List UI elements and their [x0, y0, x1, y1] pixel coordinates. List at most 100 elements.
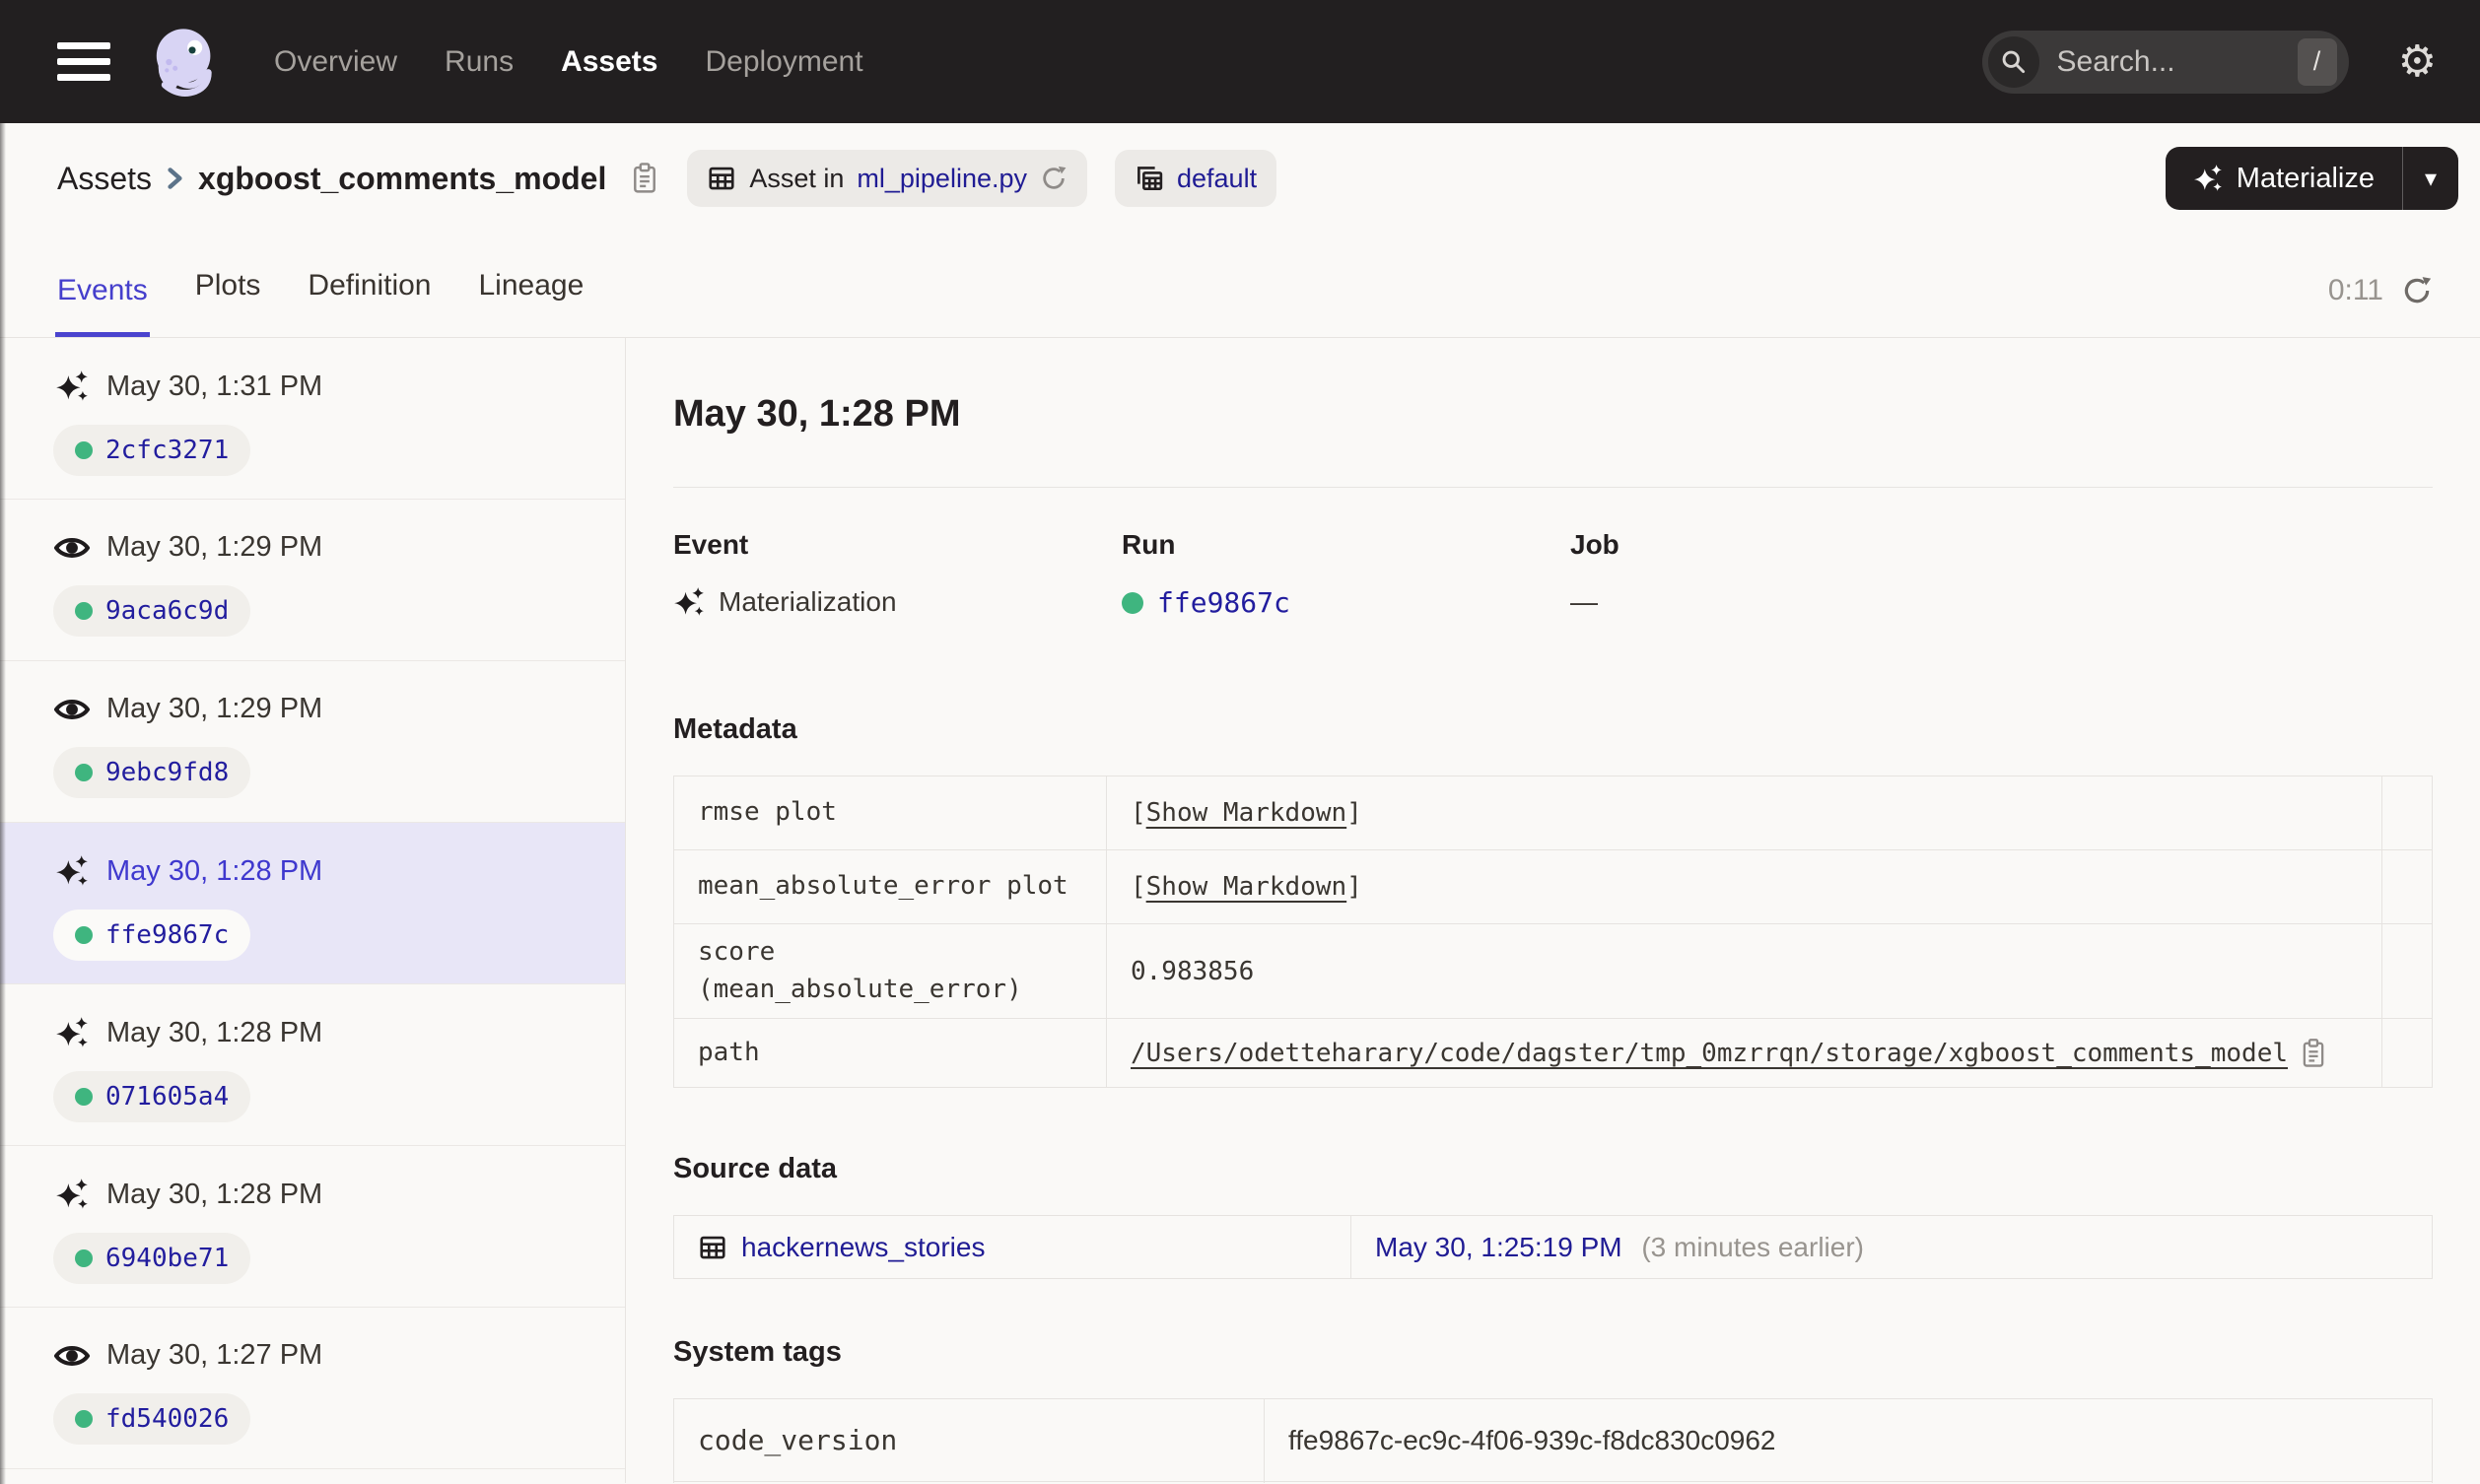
- table-row: code_version ffe9867c-ec9c-4f06-939c-f8d…: [673, 1398, 2433, 1482]
- metadata-key: path: [673, 1018, 1107, 1088]
- run-link[interactable]: 9aca6c9d: [53, 585, 251, 637]
- run-status-dot: [75, 1249, 93, 1267]
- search-box[interactable]: /: [1981, 30, 2349, 94]
- pipeline-file-link[interactable]: ml_pipeline.py: [857, 164, 1027, 194]
- sparkle-icon: [674, 587, 704, 616]
- sparkle-icon: [53, 370, 91, 403]
- run-status-dot: [75, 441, 93, 459]
- nav-item-runs[interactable]: Runs: [445, 45, 514, 79]
- divider: [673, 487, 2433, 488]
- event-list-item[interactable]: May 30, 1:28 PM 071605a4: [0, 984, 625, 1146]
- system-tag-key: code_version: [673, 1398, 1265, 1482]
- system-tag-value: ffe9867c-ec9c-4f06-939c-f8dc830c0962: [1264, 1398, 2433, 1482]
- event-date: May 30, 1:28 PM: [106, 854, 323, 887]
- breadcrumb: Assets xgboost_comments_model: [57, 161, 659, 197]
- breadcrumb-row: Assets xgboost_comments_model Asset in m…: [0, 123, 2480, 234]
- table-row: [673, 1481, 2433, 1483]
- asset-definition-badge: Asset in ml_pipeline.py: [687, 150, 1087, 207]
- tab-lineage[interactable]: Lineage: [477, 269, 586, 337]
- system-tags-table: code_version ffe9867c-ec9c-4f06-939c-f8d…: [673, 1398, 2433, 1483]
- breadcrumb-assets-link[interactable]: Assets: [57, 161, 152, 197]
- caret-down-icon: ▾: [2424, 165, 2438, 192]
- refresh-timer: 0:11: [2328, 274, 2433, 337]
- dagster-asset-page: { "nav": { "items": [ {"label": "Overvie…: [0, 0, 2480, 1484]
- source-asset-link[interactable]: hackernews_stories: [741, 1232, 985, 1263]
- table-row: path /Users/odetteharary/code/dagster/tm…: [673, 1018, 2433, 1088]
- run-link[interactable]: ffe9867c: [53, 910, 251, 961]
- run-status-dot: [75, 926, 93, 944]
- event-list-item[interactable]: May 30, 1:28 PM 6940be71: [0, 1146, 625, 1308]
- repo-badge: default: [1115, 150, 1277, 207]
- source-data-heading: Source data: [673, 1153, 837, 1184]
- job-label: Job: [1570, 529, 1619, 560]
- repo-link[interactable]: default: [1177, 164, 1257, 194]
- materialize-button[interactable]: Materialize: [2166, 147, 2402, 210]
- run-column: Run ffe9867c: [1122, 529, 1570, 619]
- event-detail-pane: May 30, 1:28 PM Event Materialization Ru…: [626, 338, 2480, 1483]
- run-status-dot: [75, 1410, 93, 1428]
- event-list-item[interactable]: May 30, 1:29 PM 9aca6c9d: [0, 500, 625, 661]
- nav-item-overview[interactable]: Overview: [274, 45, 397, 79]
- event-date: May 30, 1:27 PM: [106, 1339, 323, 1371]
- event-date: May 30, 1:28 PM: [106, 1178, 323, 1210]
- gear-icon[interactable]: ⚙: [2392, 39, 2443, 85]
- show-markdown-link[interactable]: Show Markdown: [1146, 798, 1347, 828]
- table-row: hackernews_stories May 30, 1:25:19 PM (3…: [673, 1215, 2433, 1279]
- run-id-link[interactable]: ffe9867c: [1157, 586, 1290, 619]
- nav-item-assets[interactable]: Assets: [561, 45, 657, 79]
- reload-definition-icon[interactable]: [1040, 165, 1068, 192]
- copy-asset-name-icon[interactable]: [630, 162, 659, 195]
- run-status-dot: [75, 602, 93, 620]
- run-link[interactable]: 2cfc3271: [53, 425, 251, 476]
- sparkle-icon: [53, 1016, 91, 1049]
- grid-icon: [709, 167, 734, 190]
- metadata-key: score (mean_absolute_error): [673, 923, 1107, 1019]
- event-list-item[interactable]: May 30, 1:31 PM 2cfc3271: [0, 338, 625, 500]
- dagster-logo[interactable]: [140, 21, 223, 103]
- refresh-icon[interactable]: [2401, 275, 2433, 306]
- table-gutter-cell: [2381, 776, 2433, 850]
- metadata-value: [Show Markdown]: [1106, 776, 2382, 850]
- search-shortcut-key: /: [2297, 37, 2337, 86]
- search-input[interactable]: [2038, 44, 2298, 79]
- run-link[interactable]: 9ebc9fd8: [53, 747, 251, 798]
- source-relative-time: (3 minutes earlier): [1641, 1231, 1864, 1262]
- tab-plots[interactable]: Plots: [193, 269, 263, 337]
- system-tag-key: [673, 1481, 1265, 1483]
- system-tags-heading: System tags: [673, 1336, 842, 1368]
- source-data-table: hackernews_stories May 30, 1:25:19 PM (3…: [673, 1215, 2433, 1279]
- event-date: May 30, 1:29 PM: [106, 693, 323, 724]
- run-link[interactable]: 071605a4: [53, 1071, 251, 1122]
- tab-definition[interactable]: Definition: [306, 269, 433, 337]
- run-status-dot: [1122, 591, 1143, 614]
- run-link[interactable]: fd540026: [53, 1393, 251, 1445]
- tabs-row: Events Plots Definition Lineage 0:11: [0, 234, 2480, 338]
- metadata-heading: Metadata: [673, 713, 797, 745]
- show-markdown-link[interactable]: Show Markdown: [1146, 872, 1347, 902]
- event-list-item-selected[interactable]: May 30, 1:28 PM ffe9867c: [0, 823, 625, 984]
- source-timestamp-cell: May 30, 1:25:19 PM (3 minutes earlier): [1350, 1215, 2433, 1279]
- source-timestamp-link[interactable]: May 30, 1:25:19 PM: [1375, 1232, 1622, 1262]
- tab-events[interactable]: Events: [55, 274, 150, 337]
- table-gutter-cell: [2381, 849, 2433, 924]
- metadata-key: rmse plot: [673, 776, 1107, 850]
- storage-path-link[interactable]: /Users/odetteharary/code/dagster/tmp_0mz…: [1131, 1039, 2288, 1068]
- copy-path-icon[interactable]: [2300, 1038, 2327, 1069]
- event-list-item[interactable]: May 30, 1:29 PM 9ebc9fd8: [0, 661, 625, 823]
- event-list-item[interactable]: May 30, 1:27 PM fd540026: [0, 1308, 625, 1469]
- layered-grid-icon: [1137, 167, 1163, 190]
- sparkle-icon: [53, 854, 91, 888]
- table-row: rmse plot [Show Markdown]: [673, 776, 2433, 850]
- sparkle-icon: [53, 1178, 91, 1211]
- run-link[interactable]: 6940be71: [53, 1233, 251, 1284]
- hamburger-icon[interactable]: [57, 40, 110, 84]
- event-label: Event: [673, 529, 749, 560]
- eye-icon: [53, 535, 91, 561]
- metadata-value: [Show Markdown]: [1106, 849, 2382, 924]
- event-title: May 30, 1:28 PM: [673, 393, 961, 435]
- nav-item-deployment[interactable]: Deployment: [705, 45, 862, 79]
- job-column: Job —: [1570, 529, 2019, 619]
- primary-nav: Overview Runs Assets Deployment: [274, 45, 863, 79]
- run-label: Run: [1122, 529, 1176, 560]
- materialize-dropdown-button[interactable]: ▾: [2403, 147, 2458, 210]
